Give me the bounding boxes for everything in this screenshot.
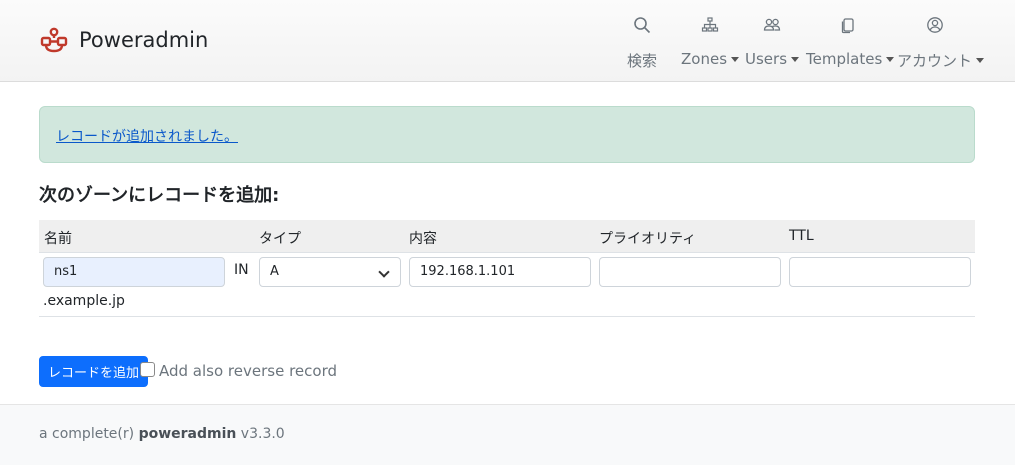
table-header: 名前 タイプ 内容 プライオリティ TTL — [39, 220, 975, 253]
sitemap-icon — [681, 16, 739, 38]
column-ttl: TTL — [789, 228, 814, 244]
chevron-down-icon — [791, 56, 800, 62]
nav-users[interactable]: Users — [745, 16, 800, 76]
add-record-button[interactable]: レコードを追加 — [39, 356, 149, 387]
nav-account-label: アカウント — [897, 50, 985, 71]
chevron-down-icon — [731, 56, 740, 62]
chevron-down-icon — [886, 56, 895, 62]
column-content: 内容 — [409, 231, 437, 247]
copy-icon — [806, 16, 890, 38]
zone-suffix: .example.jp — [43, 293, 125, 309]
nav-zones[interactable]: Zones — [681, 16, 740, 76]
person-circle-icon — [897, 16, 973, 38]
brand[interactable]: Poweradmin — [40, 26, 208, 54]
column-type: タイプ — [259, 231, 301, 247]
priority-input[interactable] — [599, 257, 781, 287]
page-title: 次のゾーンにレコードを追加: — [39, 185, 280, 206]
search-icon — [624, 16, 660, 38]
nav-zones-label: Zones — [681, 50, 740, 68]
people-icon — [745, 16, 799, 38]
type-select[interactable]: A — [259, 257, 401, 287]
reverse-record-checkbox[interactable] — [140, 362, 155, 377]
name-input[interactable]: ns1 — [43, 257, 225, 287]
nav-account[interactable]: アカウント — [897, 16, 985, 76]
nav-users-label: Users — [745, 50, 800, 68]
poweradmin-logo-icon — [40, 27, 68, 53]
content-input[interactable]: 192.168.1.101 — [409, 257, 591, 287]
chevron-down-icon — [976, 58, 985, 63]
footer: a complete(r) poweradmin v3.3.0 — [0, 404, 1015, 465]
alert-link[interactable]: レコードが追加されました。 — [56, 126, 238, 146]
column-priority: プライオリティ — [599, 231, 697, 247]
class-label: IN — [234, 262, 249, 278]
chevron-down-icon — [378, 266, 390, 278]
success-alert: レコードが追加されました。 — [39, 106, 975, 163]
brand-name: Poweradmin — [79, 28, 209, 52]
type-select-value: A — [270, 264, 279, 279]
nav-search[interactable]: 検索 — [624, 16, 660, 76]
table-row: ns1 IN A 192.168.1.101 .example.jp — [39, 253, 975, 317]
nav-search-label: 検索 — [626, 52, 657, 70]
reverse-record-label[interactable]: Add also reverse record — [159, 362, 337, 380]
navbar: Poweradmin 検索 Zones Users Templates アカウン… — [0, 0, 1015, 82]
footer-product[interactable]: poweradmin — [139, 426, 237, 442]
nav-templates[interactable]: Templates — [806, 16, 895, 76]
nav-templates-label: Templates — [806, 50, 895, 68]
ttl-input[interactable] — [789, 257, 971, 287]
footer-text: a complete(r) poweradmin v3.3.0 — [39, 426, 285, 442]
column-name: 名前 — [44, 231, 72, 247]
